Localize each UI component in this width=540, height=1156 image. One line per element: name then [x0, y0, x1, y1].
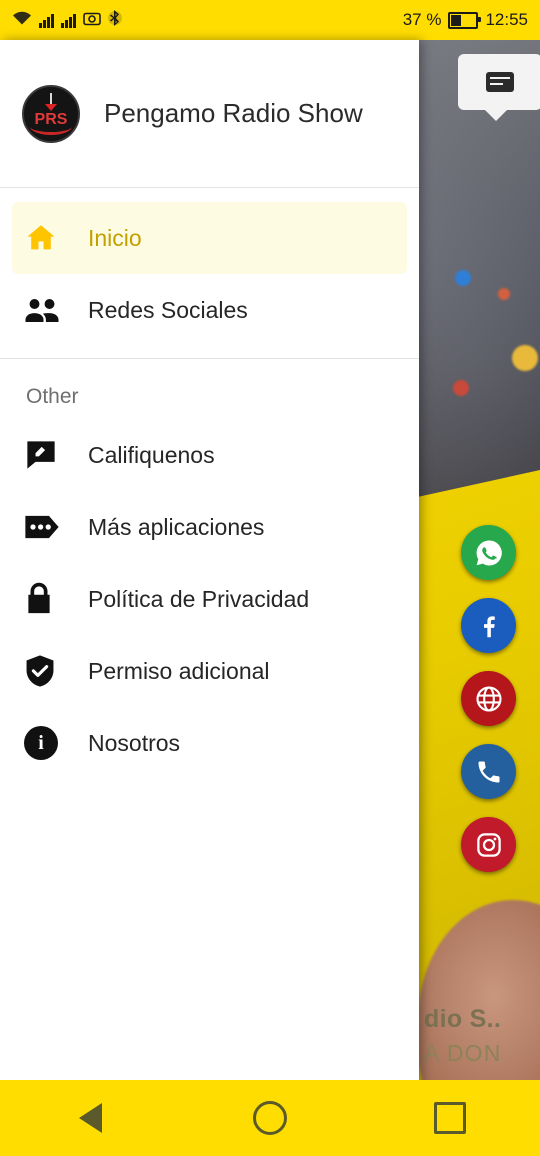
circle-home-icon	[253, 1101, 287, 1135]
signal-bars-icon	[39, 12, 54, 28]
sidebar-item-mas-aplicaciones[interactable]: Más aplicaciones	[0, 491, 419, 563]
shield-check-icon	[24, 654, 70, 688]
drawer-other-group: Califiquenos Más aplicaciones Política d…	[0, 419, 419, 779]
sidebar-item-label: Redes Sociales	[88, 296, 248, 323]
sidebar-item-label: Nosotros	[88, 729, 181, 756]
status-bar-clock: 12:55	[485, 10, 528, 29]
logo-tower-icon	[45, 92, 57, 111]
sidebar-item-permiso-adicional[interactable]: Permiso adicional	[0, 635, 419, 707]
whatsapp-icon[interactable]	[461, 525, 516, 580]
square-recents-icon	[434, 1102, 466, 1134]
battery-percent-label: 37 %	[402, 10, 442, 29]
instagram-icon[interactable]	[461, 817, 516, 872]
social-button-column	[461, 525, 516, 872]
drawer-section-label: Other	[26, 385, 79, 408]
sidebar-item-califiquenos[interactable]: Califiquenos	[0, 419, 419, 491]
sidebar-item-inicio[interactable]: Inicio	[12, 202, 407, 274]
chat-glyph	[486, 72, 514, 92]
people-icon	[24, 295, 70, 325]
sidebar-item-label: Política de Privacidad	[88, 585, 310, 612]
app-logo: PRS	[22, 84, 80, 143]
bluetooth-icon	[108, 9, 122, 31]
rate-review-icon	[24, 440, 70, 470]
sidebar-item-redes-sociales[interactable]: Redes Sociales	[0, 274, 419, 346]
facebook-icon[interactable]	[461, 598, 516, 653]
drawer-header: PRS Pengamo Radio Show	[0, 40, 419, 188]
status-bar-right: 37 % 12:55	[403, 10, 528, 30]
recents-button[interactable]	[405, 1080, 495, 1156]
website-icon[interactable]	[461, 671, 516, 726]
back-button[interactable]	[45, 1080, 135, 1156]
camera-icon	[83, 10, 101, 30]
sidebar-item-label: Inicio	[88, 224, 142, 251]
chat-bubble-icon[interactable]	[458, 54, 540, 121]
sidebar-item-politica-de-privacidad[interactable]: Política de Privacidad	[0, 563, 419, 635]
background-title: dio S..	[424, 1005, 502, 1033]
status-bar: 37 % 12:55	[0, 0, 540, 40]
home-button[interactable]	[225, 1080, 315, 1156]
info-glyph: i	[24, 726, 58, 760]
status-bar-left	[12, 9, 403, 31]
sidebar-item-label: Más aplicaciones	[88, 513, 265, 540]
drawer-primary-group: Inicio Redes Sociales	[0, 188, 419, 346]
app-title: Pengamo Radio Show	[104, 98, 363, 128]
logo-arc	[30, 118, 72, 135]
sidebar-item-label: Califiquenos	[88, 441, 215, 468]
signal-bars-2-icon	[61, 12, 76, 28]
sidebar-item-label: Permiso adicional	[88, 657, 270, 684]
wifi-icon	[12, 10, 32, 30]
phone-icon[interactable]	[461, 744, 516, 799]
system-nav-bar	[0, 1080, 540, 1156]
more-apps-icon	[24, 513, 70, 541]
triangle-back-icon	[78, 1103, 102, 1133]
home-icon	[24, 221, 70, 255]
sidebar-item-nosotros[interactable]: i Nosotros	[0, 707, 419, 779]
navigation-drawer: PRS Pengamo Radio Show Inicio Redes Soci…	[0, 40, 419, 1116]
info-icon: i	[24, 726, 70, 760]
background-subtitle: A DON	[424, 1040, 502, 1066]
battery-icon	[448, 11, 482, 29]
lock-icon	[24, 582, 70, 616]
